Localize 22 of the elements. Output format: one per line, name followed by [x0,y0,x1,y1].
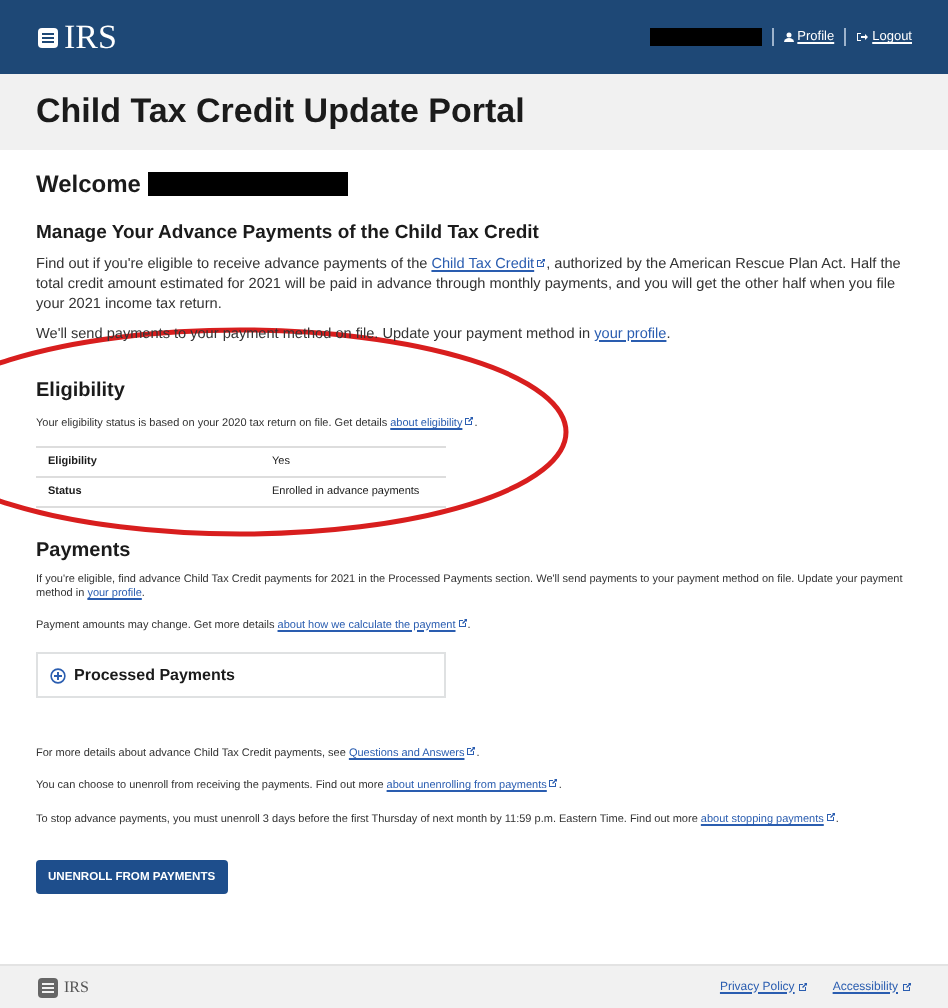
external-link-icon [548,778,559,789]
section-heading: Manage Your Advance Payments of the Child Tax Credit [36,222,541,244]
person-icon [783,32,794,42]
external-link-icon [825,811,836,822]
external-link-icon [457,617,468,628]
redaction-bar [649,28,762,46]
external-link-icon [466,746,477,757]
logo-text: IRS [64,978,89,996]
external-link-icon [798,982,809,992]
section-heading: Payments [36,539,133,562]
logout-icon [856,32,869,42]
plus-circle-icon [50,667,66,684]
section-heading: Eligibility [36,380,127,403]
page-title: Child Tax Credit Update Portal [36,92,525,132]
external-link-icon [536,258,547,268]
external-link-icon [464,416,475,427]
welcome-heading: Welcome [36,170,141,198]
external-link-icon [902,982,912,992]
seal-icon [36,25,60,49]
seal-icon [36,975,60,999]
accordion-toggle[interactable]: Processed Payments [36,652,446,699]
logo-text: IRS [64,17,117,57]
